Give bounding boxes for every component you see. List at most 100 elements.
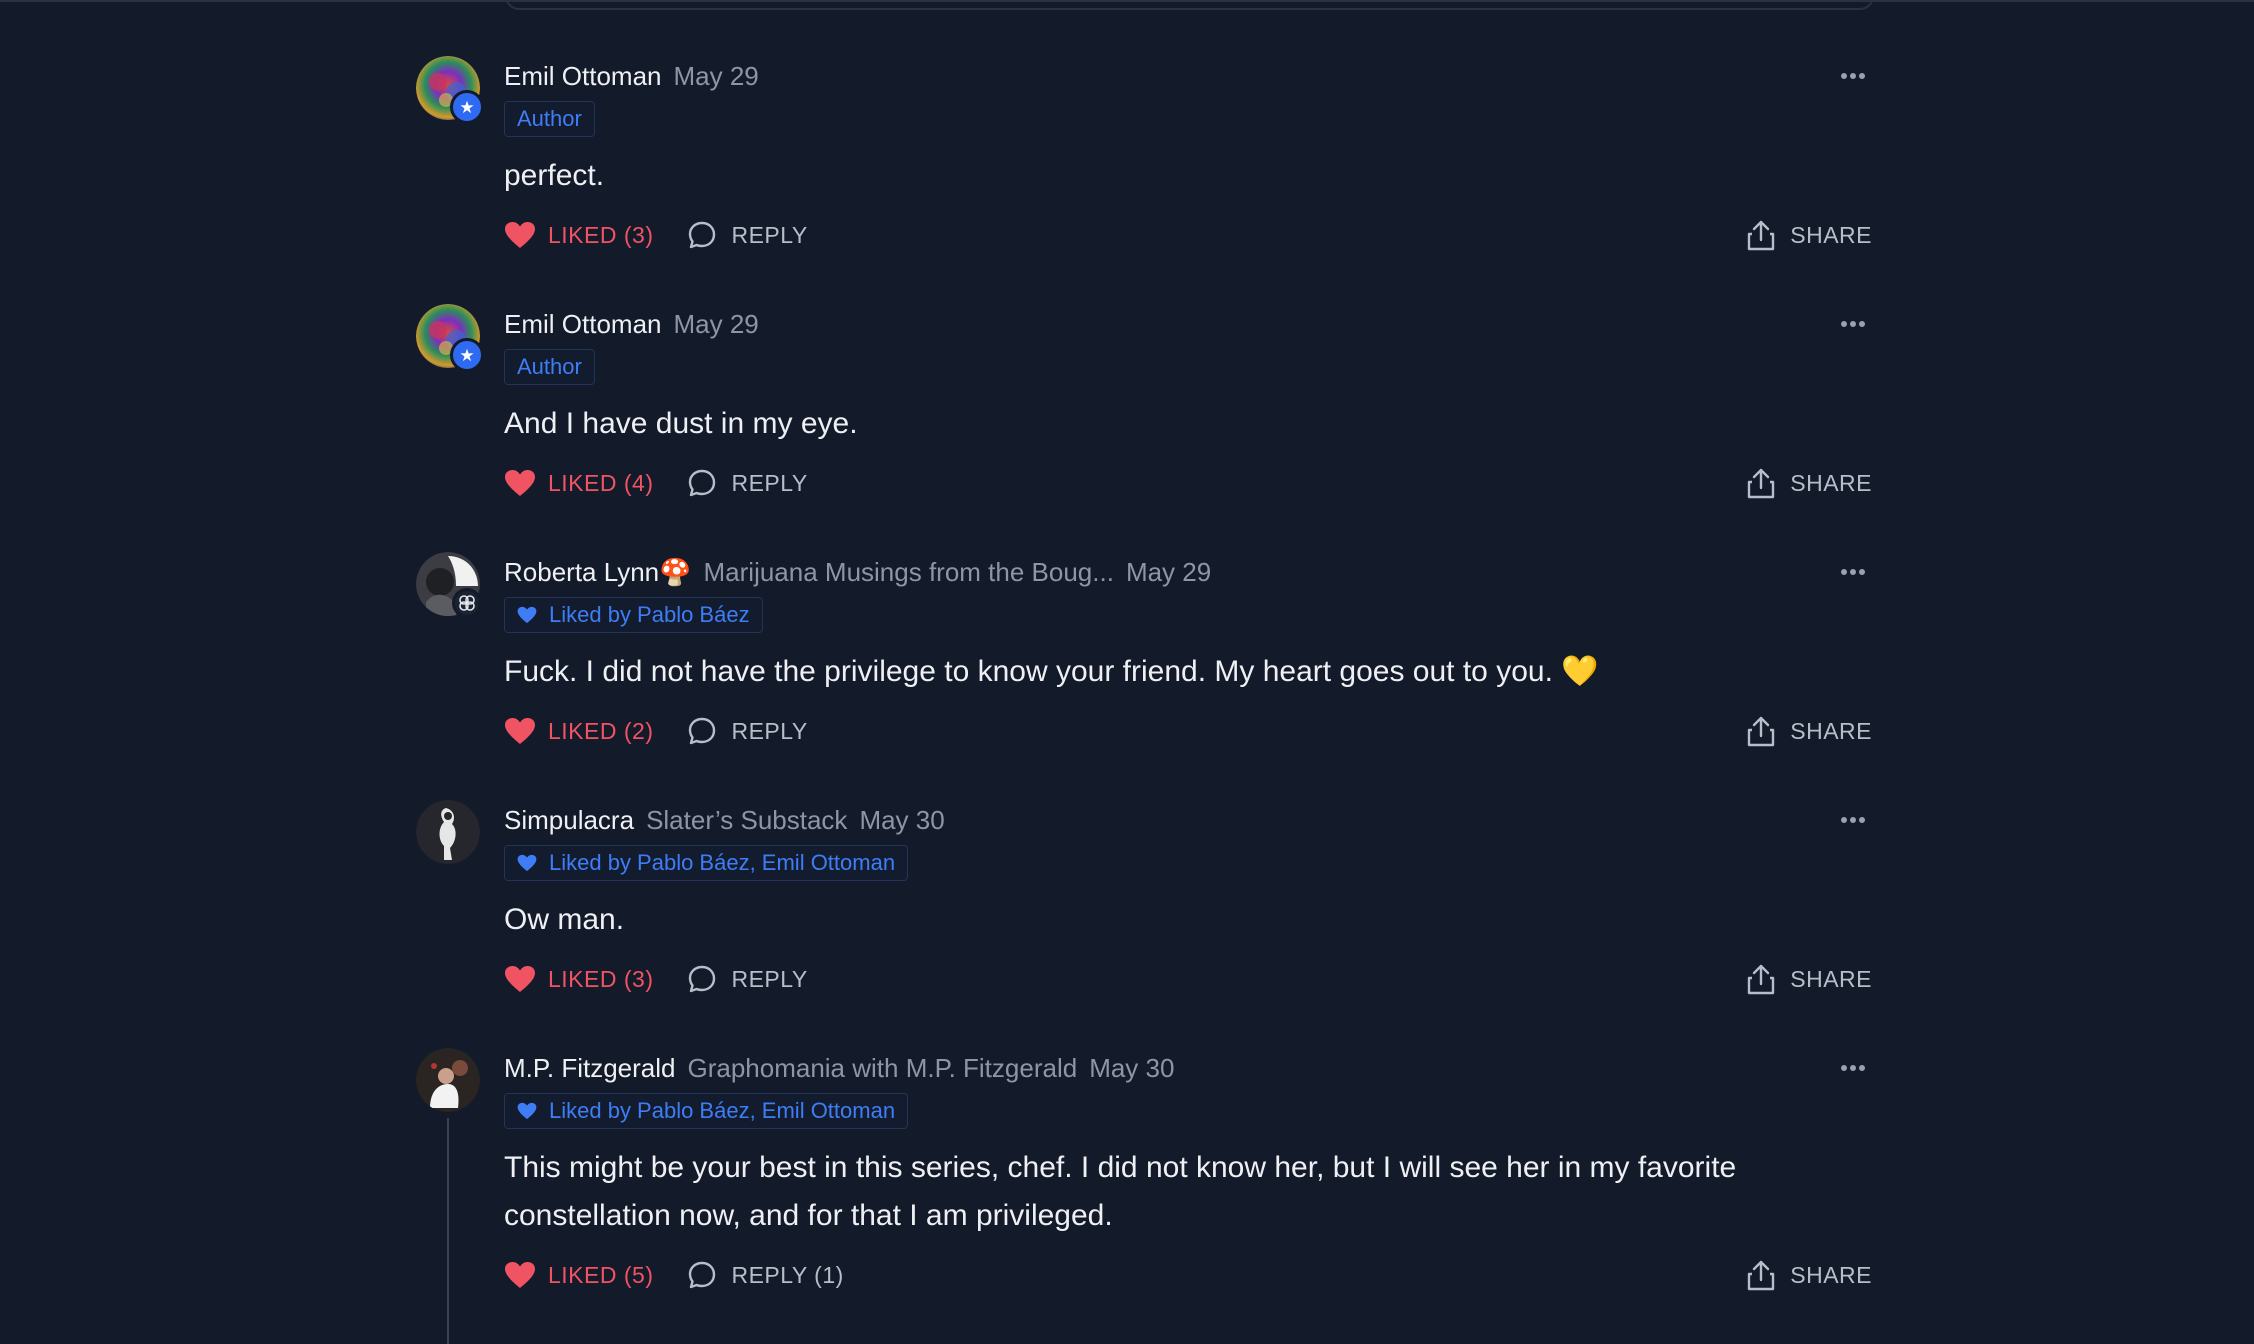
comment-date[interactable]: May 29 xyxy=(1126,557,1211,588)
liked-by-tag[interactable]: Liked by Pablo Báez, Emil Ottoman xyxy=(504,1093,909,1129)
more-horizontal-icon[interactable] xyxy=(1835,1048,1871,1088)
heart-icon xyxy=(517,853,537,873)
comment-date[interactable]: May 30 xyxy=(859,805,944,836)
comment-actions: LIKED (2) REPLY SHARE xyxy=(504,711,1872,751)
like-button[interactable]: LIKED (4) xyxy=(504,469,653,497)
speech-bubble-icon xyxy=(687,716,717,746)
comment-actions: LIKED (4) REPLY SHARE xyxy=(504,463,1872,503)
heart-icon xyxy=(504,469,536,497)
thread-line xyxy=(447,1118,449,1344)
share-upload-icon xyxy=(1746,219,1776,251)
comment-actions: LIKED (5) REPLY (1) SHARE xyxy=(504,1255,1872,1295)
comment-header: Roberta Lynn🍄 Marijuana Musings from the… xyxy=(504,552,1223,592)
reply-label: REPLY xyxy=(731,221,808,248)
comment-body: perfect. xyxy=(504,159,605,192)
comment-body-line: This might be your best in this series, … xyxy=(504,1151,1737,1184)
liked-by-tag[interactable]: Liked by Pablo Báez, Emil Ottoman xyxy=(504,845,909,881)
comment-header: M.P. Fitzgerald Graphomania with M.P. Fi… xyxy=(504,1048,1186,1088)
author-name[interactable]: Emil Ottoman xyxy=(504,61,662,92)
like-label: LIKED (2) xyxy=(548,717,654,744)
author-name[interactable]: Emil Ottoman xyxy=(504,309,662,340)
avatar-image xyxy=(416,1048,480,1112)
publication-name[interactable]: Slater’s Substack xyxy=(646,805,847,836)
author-name[interactable]: Roberta Lynn🍄 xyxy=(504,557,692,588)
share-button[interactable]: SHARE xyxy=(1746,963,1872,995)
avatar-image xyxy=(416,800,480,864)
comment-actions: LIKED (3) REPLY SHARE xyxy=(504,215,1872,255)
share-button[interactable]: SHARE xyxy=(1746,219,1872,251)
share-label: SHARE xyxy=(1790,1261,1872,1288)
share-button[interactable]: SHARE xyxy=(1746,467,1872,499)
speech-bubble-icon xyxy=(687,468,717,498)
heart-icon xyxy=(517,605,537,625)
publication-name[interactable]: Marijuana Musings from the Boug... xyxy=(704,557,1114,588)
comment-body: And I have dust in my eye. xyxy=(504,407,858,440)
speech-bubble-icon xyxy=(687,1260,717,1290)
star-icon: ★ xyxy=(450,90,484,124)
like-label: LIKED (4) xyxy=(548,469,654,496)
avatar[interactable] xyxy=(416,800,480,864)
heart-icon xyxy=(504,221,536,249)
reply-button[interactable]: REPLY xyxy=(687,716,807,746)
avatar[interactable]: ★ xyxy=(416,304,484,372)
share-label: SHARE xyxy=(1790,717,1872,744)
share-upload-icon xyxy=(1746,963,1776,995)
reply-button[interactable]: REPLY xyxy=(687,468,807,498)
more-horizontal-icon[interactable] xyxy=(1835,800,1871,840)
comment-actions: LIKED (3) REPLY SHARE xyxy=(504,959,1872,999)
reply-label: REPLY xyxy=(731,717,808,744)
heart-icon xyxy=(504,717,536,745)
reply-label: REPLY xyxy=(731,965,808,992)
liked-by-label: Liked by Pablo Báez xyxy=(549,602,750,627)
comment-date[interactable]: May 29 xyxy=(674,61,759,92)
speech-bubble-icon xyxy=(687,964,717,994)
author-name[interactable]: Simpulacra xyxy=(504,805,634,836)
like-label: LIKED (5) xyxy=(548,1261,654,1288)
more-horizontal-icon[interactable] xyxy=(1835,56,1871,96)
comments-page: ★ Emil Ottoman May 29 Author perfect. LI… xyxy=(0,0,2254,1344)
speech-bubble-icon xyxy=(687,220,717,250)
comment-body: Ow man. xyxy=(504,903,625,936)
share-upload-icon xyxy=(1746,715,1776,747)
author-name[interactable]: M.P. Fitzgerald xyxy=(504,1053,675,1084)
like-button[interactable]: LIKED (5) xyxy=(504,1261,653,1289)
like-button[interactable]: LIKED (3) xyxy=(504,221,653,249)
star-icon: ★ xyxy=(450,338,484,372)
share-upload-icon xyxy=(1746,467,1776,499)
reply-label: REPLY (1) xyxy=(731,1261,844,1288)
heart-icon xyxy=(517,1101,537,1121)
author-tag-label: Author xyxy=(517,354,582,379)
reply-button[interactable]: REPLY xyxy=(687,964,807,994)
avatar[interactable]: ★ xyxy=(416,56,484,124)
share-label: SHARE xyxy=(1790,221,1872,248)
comment-date[interactable]: May 29 xyxy=(674,309,759,340)
avatar[interactable] xyxy=(416,552,482,618)
reply-label: REPLY xyxy=(731,469,808,496)
liked-by-tag[interactable]: Liked by Pablo Báez xyxy=(504,597,763,633)
comment-date[interactable]: May 30 xyxy=(1089,1053,1174,1084)
heart-icon xyxy=(504,965,536,993)
author-tag: Author xyxy=(504,349,595,385)
heart-icon xyxy=(504,1261,536,1289)
share-button[interactable]: SHARE xyxy=(1746,1259,1872,1291)
share-label: SHARE xyxy=(1790,965,1872,992)
comment-body: This might be your best in this series, … xyxy=(504,1144,1884,1240)
like-label: LIKED (3) xyxy=(548,965,654,992)
comment-body: Fuck. I did not have the privilege to kn… xyxy=(504,655,1599,688)
author-tag-label: Author xyxy=(517,106,582,131)
more-horizontal-icon[interactable] xyxy=(1835,552,1871,592)
more-horizontal-icon[interactable] xyxy=(1835,304,1871,344)
like-label: LIKED (3) xyxy=(548,221,654,248)
share-button[interactable]: SHARE xyxy=(1746,715,1872,747)
share-label: SHARE xyxy=(1790,469,1872,496)
comment-header: Emil Ottoman May 29 xyxy=(504,304,771,344)
avatar[interactable] xyxy=(416,1048,480,1112)
like-button[interactable]: LIKED (3) xyxy=(504,965,653,993)
clover-icon xyxy=(452,588,482,618)
comment-body-line: constellation now, and for that I am pri… xyxy=(504,1199,1113,1232)
comment-header: Simpulacra Slater’s Substack May 30 xyxy=(504,800,957,840)
reply-button[interactable]: REPLY xyxy=(687,220,807,250)
like-button[interactable]: LIKED (2) xyxy=(504,717,653,745)
publication-name[interactable]: Graphomania with M.P. Fitzgerald xyxy=(687,1053,1077,1084)
reply-button[interactable]: REPLY (1) xyxy=(687,1260,843,1290)
